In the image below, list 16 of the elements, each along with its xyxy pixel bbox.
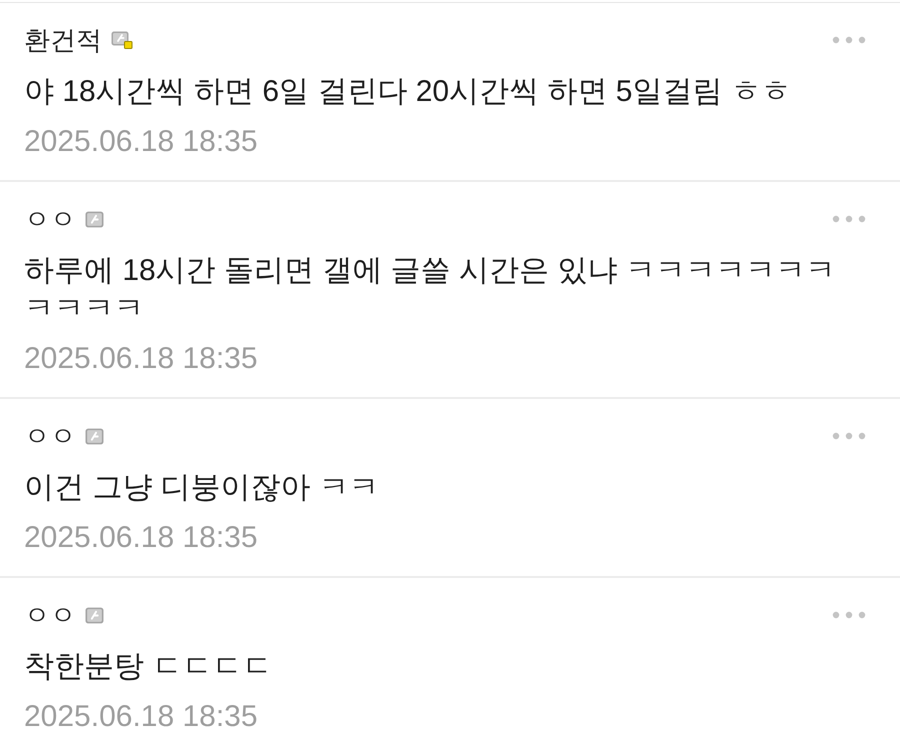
author-name[interactable]: ㅇㅇ [24, 594, 76, 636]
more-icon[interactable] [832, 36, 866, 44]
more-icon[interactable] [832, 215, 866, 223]
comment-date: 2025.06.18 18:35 [24, 699, 259, 735]
comment-text: 착한분탕 ㄷㄷㄷㄷ [24, 649, 274, 685]
author-name[interactable]: ㅇㅇ [24, 198, 76, 240]
author-name[interactable]: 환건적 [24, 19, 102, 61]
comment-date: 2025.06.18 18:35 [24, 341, 259, 377]
comment-text: 하루에 18시간 돌리면 갤에 글쓸 시간은 있냐 ㅋㅋㅋㅋㅋㅋㅋㅋㅋㅋㅋ [24, 253, 837, 327]
comment-text: 이건 그냥 디붕이잖아 ㅋㅋ [24, 470, 380, 506]
comment-date: 2025.06.18 18:35 [24, 520, 259, 556]
comment-date: 2025.06.18 18:35 [24, 124, 259, 160]
more-icon[interactable] [832, 432, 866, 440]
more-icon[interactable] [832, 611, 866, 619]
comment-text: 야 18시간씩 하면 6일 걸린다 20시간씩 하면 5일걸림 ㅎㅎ [24, 74, 792, 110]
author-name[interactable]: ㅇㅇ [24, 415, 76, 457]
